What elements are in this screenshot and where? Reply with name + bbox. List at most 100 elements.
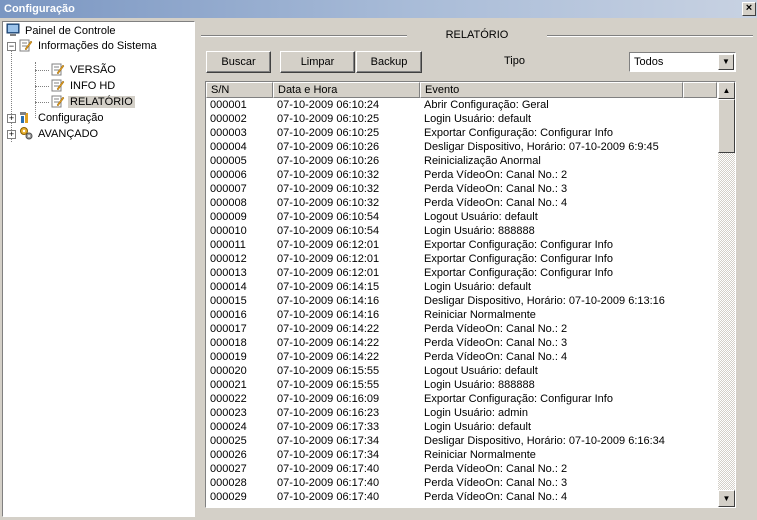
cell-datetime: 07-10-2009 06:17:40 (277, 491, 380, 503)
scroll-thumb[interactable] (718, 99, 735, 153)
table-row[interactable]: 000019 07-10-2009 06:14:22 Perda VídeoOn: … (206, 350, 717, 364)
cell-event: Reinicialização Anormal (424, 155, 541, 167)
table-row[interactable]: 000004 07-10-2009 06:10:26 Desligar Dispos… (206, 140, 717, 154)
table-row[interactable]: 000007 07-10-2009 06:10:32 Perda VídeoOn: … (206, 182, 717, 196)
table-row[interactable]: 000011 07-10-2009 06:12:01 Exportar Config… (206, 238, 717, 252)
table-row[interactable]: 000017 07-10-2009 06:14:22 Perda VídeoOn: … (206, 322, 717, 336)
table-row[interactable]: 000018 07-10-2009 06:14:22 Perda VídeoOn: … (206, 336, 717, 350)
table-row[interactable]: 000009 07-10-2009 06:10:54 Logout Usuário:… (206, 210, 717, 224)
cell-datetime: 07-10-2009 06:10:25 (277, 127, 380, 139)
cell-event: Perda VídeoOn: Canal No.: 3 (424, 477, 568, 489)
table-row[interactable]: 000014 07-10-2009 06:14:15 Login Usuário: … (206, 280, 717, 294)
tree-item-info-hd[interactable]: INFO HD (51, 78, 117, 94)
table-row[interactable]: 000012 07-10-2009 06:12:01 Exportar Config… (206, 252, 717, 266)
cell-sn: 000014 (210, 281, 247, 293)
expand-toggle[interactable]: + (7, 130, 16, 139)
backup-button[interactable]: Backup (356, 51, 422, 73)
cell-sn: 000008 (210, 197, 247, 209)
cell-sn: 000019 (210, 351, 247, 363)
cell-event: Perda VídeoOn: Canal No.: 4 (424, 491, 568, 503)
tree-item-painel[interactable]: Painel de Controle (6, 23, 118, 39)
cell-sn: 000004 (210, 141, 247, 153)
cell-sn: 000007 (210, 183, 247, 195)
cell-event: Perda VídeoOn: Canal No.: 2 (424, 323, 568, 335)
cell-event: Login Usuário: default (424, 113, 532, 125)
cell-sn: 000025 (210, 435, 247, 447)
limpar-button[interactable]: Limpar (280, 51, 355, 73)
vertical-scrollbar[interactable]: ▲ ▼ (718, 82, 735, 507)
tree-connector (35, 70, 49, 71)
table-row[interactable]: 000003 07-10-2009 06:10:25 Exportar Config… (206, 126, 717, 140)
tools-icon (19, 110, 33, 124)
cell-datetime: 07-10-2009 06:10:54 (277, 225, 380, 237)
chevron-down-icon[interactable]: ▼ (718, 54, 734, 70)
cell-sn: 000006 (210, 169, 247, 181)
tree-item-versao[interactable]: VERSÃO (51, 62, 118, 78)
table-row[interactable]: 000002 07-10-2009 06:10:25 Login Usuário: … (206, 112, 717, 126)
column-header-event[interactable]: Evento (420, 82, 683, 98)
tipo-select[interactable]: Todos ▼ (629, 52, 736, 72)
tree-item-avancado[interactable]: AVANÇADO (19, 126, 100, 142)
table-row[interactable]: 000020 07-10-2009 06:15:55 Logout Usuário:… (206, 364, 717, 378)
table-row[interactable]: 000021 07-10-2009 06:15:55 Login Usuário: … (206, 378, 717, 392)
column-header-blank (683, 82, 717, 98)
table-row[interactable]: 000015 07-10-2009 06:14:16 Desligar Dispos… (206, 294, 717, 308)
tree-connector (35, 86, 49, 87)
cell-event: Exportar Configuração: Configurar Info (424, 127, 613, 139)
column-header-sn[interactable]: S/N (206, 82, 273, 98)
table-row[interactable]: 000026 07-10-2009 06:17:34 Reiniciar Norma… (206, 448, 717, 462)
cell-sn: 000011 (210, 239, 246, 251)
tree-item-relatorio[interactable]: RELATÓRIO (51, 94, 135, 110)
table-row[interactable]: 000025 07-10-2009 06:17:34 Desligar Dispos… (206, 434, 717, 448)
table-row[interactable]: 000016 07-10-2009 06:14:16 Reiniciar Norma… (206, 308, 717, 322)
table-row[interactable]: 000029 07-10-2009 06:17:40 Perda VídeoOn: … (206, 490, 717, 504)
scroll-down-icon[interactable]: ▼ (718, 490, 735, 507)
cell-datetime: 07-10-2009 06:12:01 (277, 267, 380, 279)
table-row[interactable]: 000028 07-10-2009 06:17:40 Perda VídeoOn: … (206, 476, 717, 490)
tree-label-info-sistema: Informações do Sistema (38, 40, 157, 52)
cell-sn: 000028 (210, 477, 247, 489)
tree-connector (11, 46, 12, 142)
cell-datetime: 07-10-2009 06:10:32 (277, 197, 380, 209)
tree-label-info-hd: INFO HD (70, 80, 116, 92)
cell-sn: 000017 (210, 323, 247, 335)
tree-label-versao: VERSÃO (70, 64, 116, 76)
cell-datetime: 07-10-2009 06:17:34 (277, 435, 380, 447)
cell-event: Exportar Configuração: Configurar Info (424, 239, 613, 251)
table-row[interactable]: 000027 07-10-2009 06:17:40 Perda VídeoOn: … (206, 462, 717, 476)
table-row[interactable]: 000023 07-10-2009 06:16:23 Login Usuário: … (206, 406, 717, 420)
tree-connector (35, 102, 49, 103)
cell-event: Perda VídeoOn: Canal No.: 2 (424, 169, 568, 181)
table-row[interactable]: 000013 07-10-2009 06:12:01 Exportar Config… (206, 266, 717, 280)
cell-datetime: 07-10-2009 06:10:32 (277, 169, 380, 181)
document-edit-icon (51, 94, 65, 108)
table-row[interactable]: 000024 07-10-2009 06:17:33 Login Usuário: … (206, 420, 717, 434)
cell-datetime: 07-10-2009 06:17:40 (277, 477, 380, 489)
table-row[interactable]: 000005 07-10-2009 06:10:26 Reinicialização… (206, 154, 717, 168)
cell-datetime: 07-10-2009 06:17:33 (277, 421, 380, 433)
window-title: Configuração (4, 3, 75, 15)
table-row[interactable]: 000001 07-10-2009 06:10:24 Abrir Configura… (206, 98, 717, 112)
buscar-button[interactable]: Buscar (206, 51, 271, 73)
tree-item-configuracao[interactable]: Configuração (19, 110, 105, 126)
collapse-toggle[interactable]: − (7, 42, 16, 51)
table-row[interactable]: 000022 07-10-2009 06:16:09 Exportar Config… (206, 392, 717, 406)
table-row[interactable]: 000010 07-10-2009 06:10:54 Login Usuário: … (206, 224, 717, 238)
table-row[interactable]: 000006 07-10-2009 06:10:32 Perda VídeoOn: … (206, 168, 717, 182)
cell-datetime: 07-10-2009 06:12:01 (277, 239, 380, 251)
cell-sn: 000005 (210, 155, 247, 167)
tree-item-info-sistema[interactable]: Informações do Sistema (19, 38, 159, 54)
column-header-datetime[interactable]: Data e Hora (273, 82, 420, 98)
header-divider (547, 35, 753, 37)
cell-sn: 000027 (210, 463, 247, 475)
cell-event: Desligar Dispositivo, Horário: 07-10-200… (424, 435, 665, 447)
cell-sn: 000003 (210, 127, 247, 139)
scroll-up-icon[interactable]: ▲ (718, 82, 735, 99)
navigation-tree: Painel de Controle − Informações do Sist… (2, 21, 195, 517)
cell-sn: 000013 (210, 267, 247, 279)
close-button[interactable]: × (742, 2, 756, 16)
cell-event: Exportar Configuração: Configurar Info (424, 393, 613, 405)
event-log-table: S/N Data e Hora Evento 000001 07-10-2009 … (205, 81, 736, 508)
expand-toggle[interactable]: + (7, 114, 16, 123)
table-row[interactable]: 000008 07-10-2009 06:10:32 Perda VídeoOn: … (206, 196, 717, 210)
